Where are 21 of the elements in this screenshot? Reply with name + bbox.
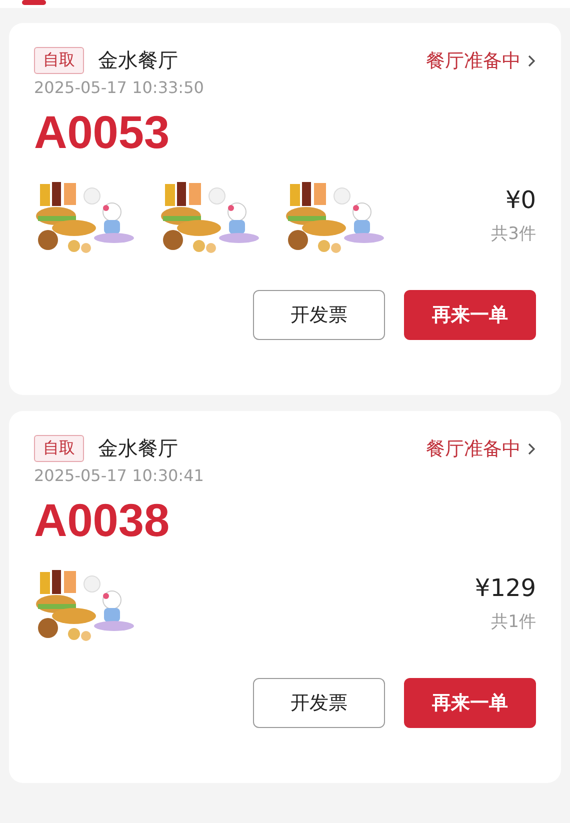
invoice-button[interactable]: 开发票 (253, 678, 385, 728)
chevron-right-icon (527, 54, 536, 68)
pickup-badge: 自取 (34, 47, 84, 74)
reorder-button[interactable]: 再来一单 (404, 678, 536, 728)
order-number: A0053 (34, 107, 171, 158)
status-link[interactable]: 餐厅准备中 (426, 436, 536, 462)
order-number: A0038 (34, 495, 171, 546)
order-price: ¥129 (474, 574, 536, 602)
restaurant-name: 金水餐厅 (98, 47, 178, 74)
status-link[interactable]: 餐厅准备中 (426, 48, 536, 74)
item-count: 共1件 (490, 610, 536, 633)
pickup-badge: 自取 (34, 435, 84, 462)
chevron-right-icon (527, 442, 536, 456)
invoice-button[interactable]: 开发票 (253, 290, 385, 340)
tab-indicator (22, 0, 46, 5)
order-time: 2025-05-17 10:33:50 (34, 78, 205, 97)
reorder-button[interactable]: 再来一单 (404, 290, 536, 340)
restaurant-name: 金水餐厅 (98, 435, 178, 462)
item-count: 共3件 (491, 222, 536, 245)
order-time: 2025-05-17 10:30:41 (34, 466, 205, 485)
order-price: ¥0 (504, 186, 536, 214)
